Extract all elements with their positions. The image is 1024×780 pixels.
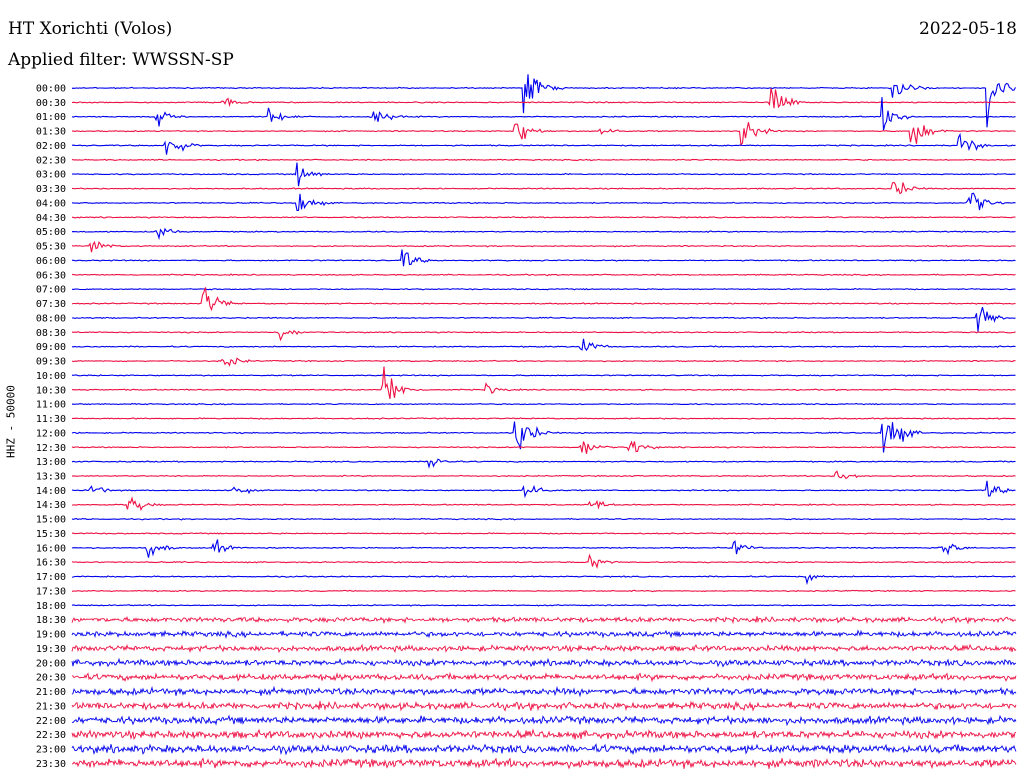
- trace-group: [71, 74, 1017, 770]
- seismic-trace-0200: [71, 132, 1016, 155]
- seismic-trace-2130: [71, 700, 1017, 712]
- seismic-trace-0400: [72, 192, 1016, 211]
- seismic-trace-0430: [71, 216, 1016, 219]
- seismic-trace-0830: [71, 329, 1016, 342]
- time-tick-label: 18:00: [36, 601, 66, 612]
- seismic-trace-0330: [71, 181, 1016, 195]
- seismic-trace-1630: [71, 553, 1016, 570]
- time-tick-label: 12:30: [36, 443, 66, 454]
- time-tick-label: 05:00: [36, 227, 66, 238]
- time-tick-label: 21:30: [36, 701, 66, 712]
- time-tick-label: 01:30: [36, 127, 66, 138]
- time-tick-label: 16:00: [36, 543, 66, 554]
- time-tick-label: 17:00: [36, 572, 66, 583]
- seismic-trace-1800: [71, 604, 1016, 607]
- seismic-trace-2200: [71, 714, 1017, 727]
- seismic-trace-2300: [71, 743, 1017, 756]
- seismic-trace-2030: [71, 671, 1017, 683]
- time-tick-label: 17:30: [36, 586, 66, 597]
- time-tick-label: 03:30: [36, 184, 66, 195]
- seismic-trace-2330: [71, 757, 1017, 770]
- time-tick-label: 22:30: [36, 730, 66, 741]
- seismic-trace-1300: [71, 458, 1016, 469]
- time-tick-label: 21:00: [36, 687, 66, 698]
- time-tick-label: 11:30: [36, 414, 66, 425]
- seismic-trace-0530: [71, 240, 1016, 253]
- time-tick-label: 23:00: [36, 745, 66, 756]
- seismic-trace-1100: [71, 402, 1016, 406]
- time-tick-label: 04:00: [36, 198, 66, 209]
- time-tick-label: 13:00: [36, 457, 66, 468]
- time-tick-label: 22:00: [36, 716, 66, 727]
- seismic-trace-2100: [71, 685, 1017, 698]
- seismic-trace-0030: [71, 88, 1016, 109]
- seismic-trace-0800: [71, 307, 1016, 332]
- seismic-trace-1430: [71, 496, 1016, 512]
- time-tick-label: 08:30: [36, 328, 66, 339]
- time-tick-label: 02:30: [36, 155, 66, 166]
- seismic-trace-2000: [71, 657, 1017, 668]
- seismic-trace-0930: [71, 357, 1016, 367]
- seismic-trace-1230: [71, 440, 1016, 454]
- seismic-trace-2230: [71, 728, 1017, 741]
- time-tick-label: 11:00: [36, 400, 66, 411]
- time-tick-label: 04:30: [36, 213, 66, 224]
- seismic-trace-1600: [71, 539, 1016, 558]
- time-tick-group: 00:00 00:30 01:00 01:30 02:00 02:30 03:00 03:30…: [36, 84, 66, 770]
- seismic-trace-0230: [71, 158, 1016, 162]
- seismic-trace-1730: [71, 589, 1016, 593]
- seismic-trace-0730: [71, 287, 1016, 312]
- time-tick-label: 00:00: [36, 84, 66, 95]
- seismic-trace-1830: [71, 615, 1016, 625]
- time-tick-label: 15:00: [36, 515, 66, 526]
- time-tick-label: 12:00: [36, 428, 66, 439]
- seismic-trace-1530: [71, 532, 1016, 535]
- time-tick-label: 06:30: [36, 270, 66, 281]
- seismic-trace-0700: [71, 287, 1016, 291]
- seismic-trace-1130: [71, 417, 1016, 420]
- seismic-trace-1000: [71, 374, 1016, 377]
- seismic-trace-1400: [71, 480, 1016, 499]
- time-tick-label: 10:00: [36, 371, 66, 382]
- seismic-trace-1900: [71, 629, 1017, 639]
- time-tick-label: 09:30: [36, 357, 66, 368]
- time-tick-label: 09:00: [36, 342, 66, 353]
- time-tick-label: 07:30: [36, 299, 66, 310]
- time-tick-label: 18:30: [36, 615, 66, 626]
- time-tick-label: 05:30: [36, 242, 66, 253]
- time-tick-label: 08:00: [36, 313, 66, 324]
- seismic-trace-1700: [71, 574, 1016, 586]
- time-tick-label: 01:00: [36, 112, 66, 123]
- seismic-trace-0130: [71, 122, 1016, 147]
- time-tick-label: 19:00: [36, 630, 66, 641]
- time-tick-label: 06:00: [36, 256, 66, 267]
- time-tick-label: 07:00: [36, 285, 66, 296]
- time-tick-label: 20:30: [36, 673, 66, 684]
- seismic-trace-0900: [71, 338, 1016, 352]
- time-tick-label: 00:30: [36, 98, 66, 109]
- time-tick-label: 13:30: [36, 471, 66, 482]
- seismic-trace-0000: [71, 74, 1016, 128]
- time-tick-label: 14:30: [36, 500, 66, 511]
- seismic-trace-1500: [71, 517, 1016, 521]
- time-tick-label: 19:30: [36, 644, 66, 655]
- time-tick-label: 14:00: [36, 486, 66, 497]
- helicorder-plot: 00:00 00:30 01:00 01:30 02:00 02:30 03:00 03:30…: [36, 74, 1017, 770]
- time-tick-label: 16:30: [36, 558, 66, 569]
- time-tick-label: 10:30: [36, 385, 66, 396]
- seismic-trace-1930: [71, 643, 1017, 654]
- seismic-trace-1030: [71, 366, 1016, 400]
- time-tick-label: 15:30: [36, 529, 66, 540]
- seismic-trace-0300: [71, 162, 1016, 187]
- seismic-trace-0500: [71, 227, 1016, 241]
- time-tick-label: 03:00: [36, 170, 66, 181]
- time-tick-label: 20:00: [36, 658, 66, 669]
- time-tick-label: 02:00: [36, 141, 66, 152]
- seismic-trace-1330: [71, 470, 1016, 480]
- time-tick-label: 23:30: [36, 759, 66, 770]
- seismic-trace-0600: [71, 249, 1016, 267]
- seismic-trace-0630: [71, 273, 1016, 277]
